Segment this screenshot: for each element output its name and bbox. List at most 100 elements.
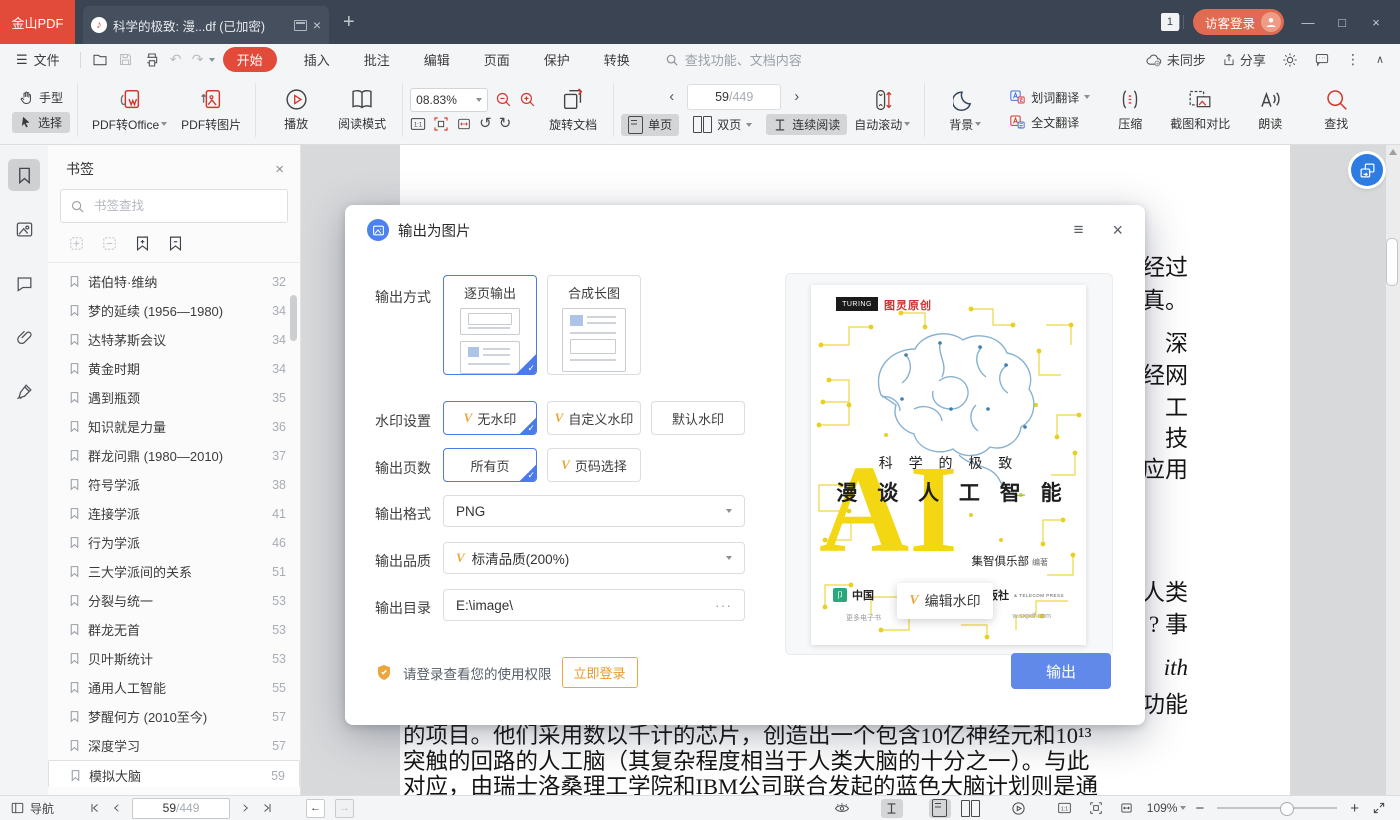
double-page-button[interactable]: 双页 [686,114,759,135]
zoom-out-icon[interactable] [495,91,512,108]
pages-all-button[interactable]: 所有页 ✓ [443,448,537,482]
ribbon-tab[interactable]: 编辑 [407,50,467,69]
page-number-input[interactable]: 59 /449 [687,84,781,110]
bookmark-item[interactable]: 连接学派 41 [48,499,300,528]
bookmark-item[interactable]: 行为学派 46 [48,528,300,557]
watermark-custom-button[interactable]: V 自定义水印 [547,401,641,435]
single-page-toggle[interactable] [929,799,951,818]
rotate-right-icon[interactable]: ↻ [499,116,512,131]
prev-page-icon[interactable] [111,802,122,814]
bookmark-item[interactable]: 梦的延续 (1956—1980) 34 [48,296,300,325]
history-forward-button[interactable]: → [335,799,354,818]
bookmark-search-input[interactable] [92,198,246,214]
add-bookmark-icon[interactable] [134,235,151,252]
fit-page-button[interactable] [1085,799,1107,818]
fit-page-icon[interactable] [433,116,449,132]
floating-convert-button[interactable] [1351,154,1383,186]
actual-size-icon[interactable]: 1:1 [410,116,426,132]
undo-icon[interactable]: ↶ [165,51,187,68]
fullscreen-button[interactable] [1368,799,1390,818]
compress-button[interactable]: 压缩 [1097,85,1163,134]
global-search[interactable]: 查找功能、文档内容 [665,50,802,69]
thumbnails-panel-button[interactable] [8,213,40,245]
bookmark-item[interactable]: 达特茅斯会议 34 [48,325,300,354]
document-tab[interactable]: ♪ 科学的极致: 漫...df (已加密) × [83,6,329,44]
bookmark-item[interactable]: 贝叶斯统计 53 [48,644,300,673]
zoom-in-button[interactable]: + [1350,800,1359,817]
zoom-value-dropdown[interactable]: 08.83% [410,88,488,112]
bookmark-item[interactable]: 知识就是力量 36 [48,412,300,441]
bookmark-item[interactable]: 诺伯特·维纳 32 [48,267,300,296]
attachments-panel-button[interactable] [8,321,40,353]
read-aloud-button[interactable]: 朗读 [1237,85,1303,134]
play-slideshow-icon[interactable] [1008,799,1030,818]
bookmark-item[interactable]: 梦醒何方 (2010至今) 57 [48,702,300,731]
ribbon-tab[interactable]: 插入 [287,50,347,69]
continuous-reading-button[interactable]: 连续阅读 [766,114,847,135]
bookmark-search[interactable] [60,189,288,223]
login-now-button[interactable]: 立即登录 [562,657,638,688]
rotate-document-button[interactable]: 旋转文档 [540,85,606,135]
word-translate-button[interactable]: 划词翻译 [1002,87,1097,108]
zoom-slider-knob[interactable] [1280,802,1294,816]
share-button[interactable]: 分享 [1222,50,1266,69]
fit-width-button[interactable] [1116,799,1138,818]
bookmark-item[interactable]: 模拟大脑 59 [48,760,300,787]
play-button[interactable]: 播放 [263,85,329,134]
next-page-icon[interactable] [240,802,251,814]
feedback-icon[interactable] [1314,52,1330,67]
bookmark-item[interactable]: 符号学派 38 [48,470,300,499]
statusbar-page-input[interactable]: 59 /449 [132,798,230,819]
double-page-toggle[interactable] [960,799,982,818]
quality-select[interactable]: V 标清品质(200%) [443,542,745,574]
edit-watermark-button[interactable]: V 编辑水印 [897,583,993,619]
bookmark-item[interactable]: 三大学派间的关系 51 [48,557,300,586]
reading-mode-button[interactable]: 阅读模式 [329,85,395,134]
pdf-to-image-button[interactable]: PDF转图片 [174,85,248,135]
bookmarks-panel-button[interactable] [8,159,40,191]
ribbon-tab[interactable]: 转换 [587,50,647,69]
comments-panel-button[interactable] [8,267,40,299]
navigation-toggle[interactable]: 导航 [10,800,54,817]
browse-folder-icon[interactable]: ··· [715,597,732,613]
file-menu[interactable]: ☰ 文件 [0,50,74,69]
open-file-icon[interactable] [87,52,113,68]
bookmark-item[interactable]: 通用人工智能 55 [48,673,300,702]
maximize-button[interactable]: □ [1332,15,1352,30]
cloud-sync-status[interactable]: 未同步 [1146,50,1206,69]
watermark-default-button[interactable]: 默认水印 [651,401,745,435]
app-home-tab[interactable]: 金山PDF [0,0,75,44]
pdf-to-office-button[interactable]: PDF转Office [85,85,174,135]
next-page-icon[interactable]: › [788,88,805,105]
actual-size-button[interactable]: 1:1 [1054,799,1076,818]
bookmark-item[interactable]: 群龙问鼎 (1980—2010) 37 [48,441,300,470]
ribbon-tab[interactable]: 批注 [347,50,407,69]
continuous-reading-toggle[interactable] [881,799,903,818]
zoom-slider[interactable] [1217,807,1337,809]
expand-all-icon[interactable] [68,235,85,252]
close-window-button[interactable]: × [1366,15,1386,30]
first-page-icon[interactable] [88,802,101,814]
bookmark-item[interactable]: 遇到瓶颈 35 [48,383,300,412]
ribbon-tab[interactable]: 保护 [527,50,587,69]
collapse-ribbon-icon[interactable]: ∧ [1376,53,1384,66]
new-tab-button[interactable]: + [343,0,355,44]
dialog-menu-icon[interactable]: ≡ [1074,220,1084,240]
format-select[interactable]: PNG [443,495,745,527]
minimize-button[interactable]: — [1298,15,1318,30]
pin-tab-icon[interactable] [294,20,307,31]
tab-home[interactable]: 开始 [223,47,277,72]
rotate-left-icon[interactable]: ↺ [479,116,492,131]
select-tool-button[interactable]: 选择 [12,112,70,133]
more-options-icon[interactable]: ⋮ [1346,51,1360,68]
last-page-icon[interactable] [261,802,274,814]
method-page-by-page-card[interactable]: 逐页输出 ✓ [443,275,537,375]
bookmark-item[interactable]: 群龙无首 53 [48,615,300,644]
zoom-percent-dropdown[interactable]: 109% [1147,801,1187,815]
bookmark-item[interactable]: 黄金时期 34 [48,354,300,383]
single-page-button[interactable]: 单页 [621,114,679,136]
watermark-none-button[interactable]: V 无水印 ✓ [443,401,537,435]
prev-page-icon[interactable]: ‹ [663,88,680,105]
pages-select-button[interactable]: V 页码选择 [547,448,641,482]
screenshot-compare-button[interactable]: 截图和对比 [1163,85,1237,134]
